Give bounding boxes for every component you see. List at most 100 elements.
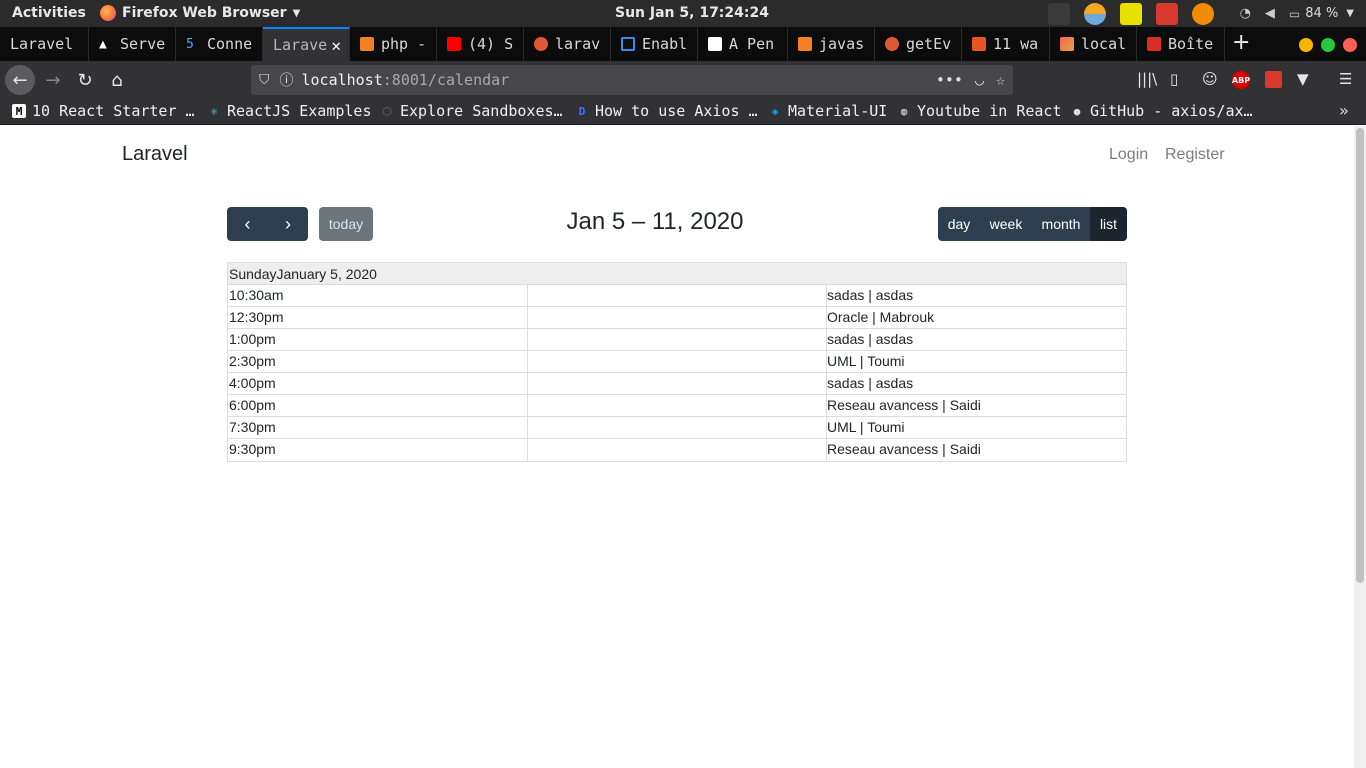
shield-icon[interactable]: ⛉ xyxy=(259,72,270,88)
view-list-button[interactable]: list xyxy=(1090,207,1127,241)
stackoverflow-icon xyxy=(798,37,812,51)
tab-label: Larave xyxy=(273,36,328,54)
forward-button[interactable]: → xyxy=(38,65,68,95)
prev-button[interactable]: ‹ xyxy=(227,207,268,241)
system-menu-caret-icon[interactable]: ▼ xyxy=(1346,8,1354,19)
zotero-icon[interactable] xyxy=(1155,2,1178,25)
event-title[interactable]: Oracle | Mabrouk xyxy=(827,307,1126,328)
extension-icon[interactable] xyxy=(1265,71,1282,88)
library-icon[interactable]: |||\ xyxy=(1137,70,1157,88)
list-item[interactable]: 10:30am sadas | asdas xyxy=(228,285,1126,307)
event-title[interactable]: Reseau avancess | Saidi xyxy=(827,395,1126,416)
browser-tab[interactable]: A Pen xyxy=(698,27,788,61)
home-button[interactable]: ⌂ xyxy=(102,65,132,95)
account-icon[interactable]: ☺ xyxy=(1202,70,1218,88)
today-button[interactable]: today xyxy=(319,207,373,241)
minimize-window-button[interactable] xyxy=(1299,38,1313,52)
clock[interactable]: Sun Jan 5, 17:24:24 xyxy=(615,5,769,21)
warning-icon: ▲ xyxy=(99,37,107,52)
bookmark-item[interactable]: ⬡ Explore Sandboxes… xyxy=(380,102,562,120)
close-window-button[interactable] xyxy=(1343,38,1357,52)
list-item[interactable]: 2:30pm UML | Toumi xyxy=(228,351,1126,373)
maximize-window-button[interactable] xyxy=(1321,38,1335,52)
bookmark-item[interactable]: ⚛ ReactJS Examples xyxy=(207,102,372,120)
page-actions-icon[interactable]: ••• xyxy=(936,71,963,89)
tab-label: Enabl xyxy=(642,35,688,53)
bookmark-item[interactable]: ● GitHub - axios/ax… xyxy=(1070,102,1253,120)
next-button[interactable]: › xyxy=(268,207,308,241)
browser-tab[interactable]: local xyxy=(1050,27,1137,61)
stackoverflow-icon xyxy=(360,37,374,51)
activities-button[interactable]: Activities xyxy=(12,5,86,21)
list-item[interactable]: 6:00pm Reseau avancess | Saidi xyxy=(228,395,1126,417)
page-scrollbar[interactable] xyxy=(1354,126,1366,768)
list-item[interactable]: 12:30pm Oracle | Mabrouk xyxy=(228,307,1126,329)
bookmark-item[interactable]: D How to use Axios … xyxy=(575,102,758,120)
bookmark-item[interactable]: M 10 React Starter … xyxy=(12,102,195,120)
url-bar[interactable]: ⛉ ⓘ localhost:8001/calendar ••• ◡ ☆ xyxy=(251,65,1013,95)
event-title[interactable]: UML | Toumi xyxy=(827,417,1126,438)
list-item[interactable]: 4:00pm sadas | asdas xyxy=(228,373,1126,395)
event-title[interactable]: Reseau avancess | Saidi xyxy=(827,439,1126,461)
list-item[interactable]: 1:00pm sadas | asdas xyxy=(228,329,1126,351)
bookmark-item[interactable]: ◈ Material-UI xyxy=(768,102,888,120)
bookmark-star-icon[interactable]: ☆ xyxy=(996,71,1005,89)
volume-icon[interactable]: ◀ xyxy=(1265,6,1275,21)
browser-tab[interactable]: ▲ Serve xyxy=(89,27,176,61)
list-item[interactable]: 9:30pm Reseau avancess | Saidi xyxy=(228,439,1126,461)
browser-tab[interactable]: Laravel xyxy=(0,27,89,61)
media-play-icon[interactable] xyxy=(1191,2,1214,25)
back-button[interactable]: ← xyxy=(5,65,35,95)
register-link[interactable]: Register xyxy=(1165,146,1225,164)
window-icon xyxy=(621,37,635,51)
vue-devtools-icon[interactable]: ▼ xyxy=(1297,70,1309,88)
new-tab-icon[interactable]: + xyxy=(1232,30,1250,55)
view-month-button[interactable]: month xyxy=(1032,207,1090,241)
battery-percent[interactable]: 84 % xyxy=(1305,6,1338,21)
browser-tab-active[interactable]: Larave ✕ xyxy=(263,27,350,61)
event-title[interactable]: UML | Toumi xyxy=(827,351,1126,372)
bookmark-item[interactable]: ◍ Youtube in React xyxy=(897,102,1062,120)
list-day-header[interactable]: SundayJanuary 5, 2020 xyxy=(228,263,1126,285)
list-item[interactable]: 7:30pm UML | Toumi xyxy=(228,417,1126,439)
browser-tab[interactable]: Boîte xyxy=(1137,27,1225,61)
ubuntu-icon xyxy=(972,37,986,51)
event-dot-cell xyxy=(528,373,827,394)
event-title[interactable]: sadas | asdas xyxy=(827,373,1126,394)
system-tray: ◔ ◀ ▭ 84 % ▼ xyxy=(1034,2,1354,25)
view-week-button[interactable]: week xyxy=(980,207,1032,241)
dark-square-icon[interactable] xyxy=(1047,2,1070,25)
calendar-title: Jan 5 – 11, 2020 xyxy=(566,208,744,235)
wifi-icon[interactable]: ◔ xyxy=(1240,6,1251,21)
battery-icon[interactable]: ▭ xyxy=(1289,7,1300,21)
notes-icon[interactable] xyxy=(1119,2,1142,25)
browser-tab[interactable]: javas xyxy=(788,27,875,61)
site-brand[interactable]: Laravel xyxy=(122,143,188,166)
browser-tab[interactable]: Enabl xyxy=(611,27,698,61)
reload-button[interactable]: ↻ xyxy=(70,65,100,95)
adblock-icon[interactable]: ABP xyxy=(1232,71,1250,89)
browser-tab[interactable]: 11 wa xyxy=(962,27,1050,61)
chevron-left-icon: ‹ xyxy=(244,213,251,234)
event-title[interactable]: sadas | asdas xyxy=(827,329,1126,350)
weather-icon[interactable] xyxy=(1083,2,1106,25)
gmail-icon xyxy=(1147,37,1161,51)
sidebar-icon[interactable]: ▯ xyxy=(1170,70,1178,88)
menu-icon[interactable]: ☰ xyxy=(1339,70,1352,88)
bookmarks-overflow-icon[interactable]: » xyxy=(1339,101,1349,120)
browser-tab[interactable]: larav xyxy=(524,27,611,61)
view-day-button[interactable]: day xyxy=(938,207,980,241)
pocket-icon[interactable]: ◡ xyxy=(975,71,984,89)
info-icon[interactable]: ⓘ xyxy=(280,70,294,90)
event-title[interactable]: sadas | asdas xyxy=(827,285,1126,306)
app-menu[interactable]: Firefox Web Browser ▼ xyxy=(100,5,300,21)
tab-label: javas xyxy=(819,35,865,53)
browser-tab[interactable]: (4) S xyxy=(437,27,524,61)
browser-tab[interactable]: 5 Conne xyxy=(176,27,263,61)
scrollbar-thumb[interactable] xyxy=(1356,128,1364,583)
bookmark-label: GitHub - axios/ax… xyxy=(1090,102,1253,120)
close-tab-icon[interactable]: ✕ xyxy=(331,36,341,55)
login-link[interactable]: Login xyxy=(1109,146,1148,164)
browser-tab[interactable]: getEv xyxy=(875,27,962,61)
browser-tab[interactable]: php - xyxy=(350,27,437,61)
